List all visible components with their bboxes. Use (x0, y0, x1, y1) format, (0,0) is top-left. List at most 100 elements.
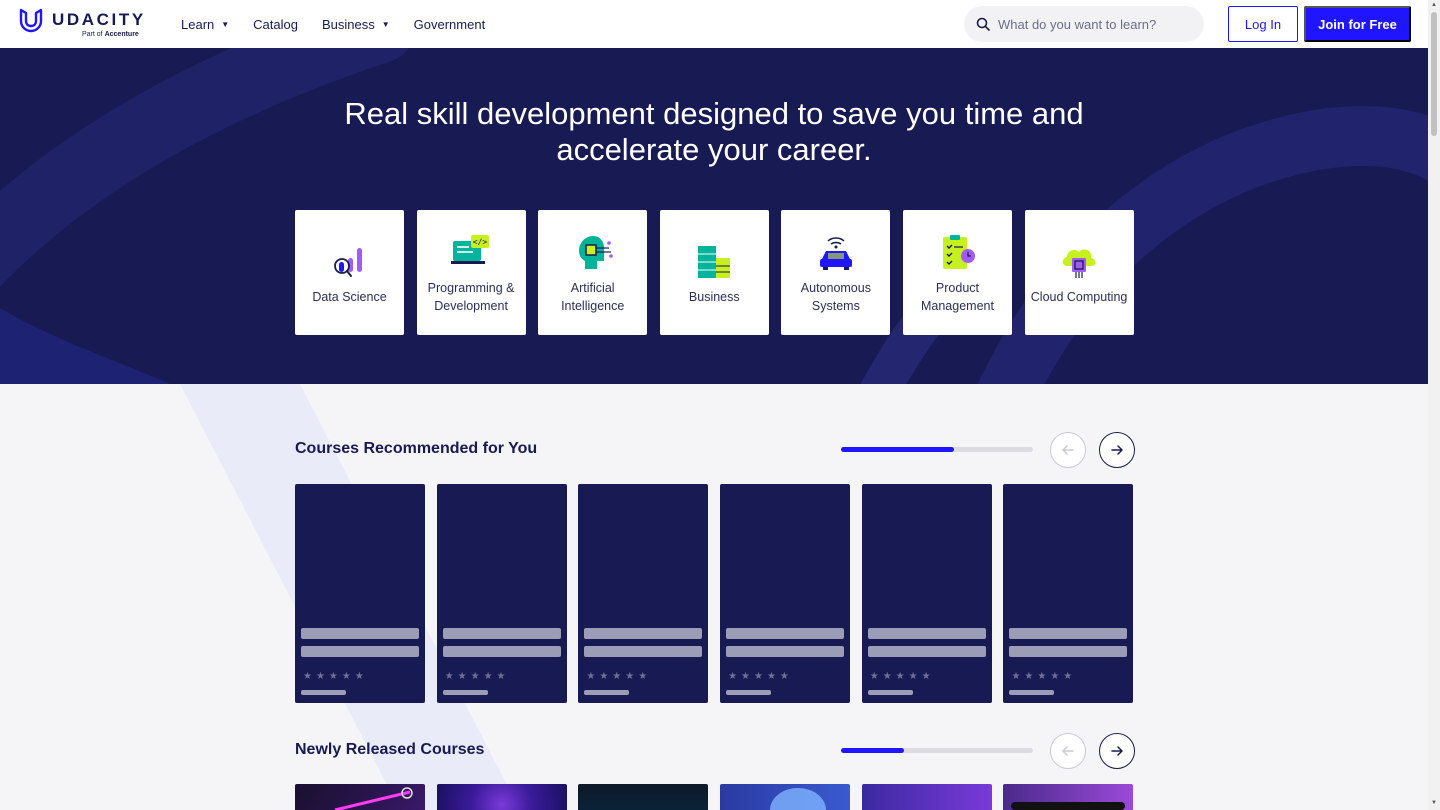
main-nav: Learn ▼ Catalog Business ▼ Government (181, 0, 509, 48)
carousel-progress-fill (841, 447, 955, 452)
udacity-logo-icon (19, 8, 43, 33)
rating-stars-placeholder: ★★★★★ (444, 671, 510, 682)
rating-stars-placeholder: ★★★★★ (728, 671, 793, 682)
scroll-down-icon[interactable]: ▼ (1431, 800, 1437, 806)
skeleton-line (1009, 628, 1128, 639)
category-label: Autonomous Systems (800, 280, 871, 313)
category-label: Programming & Development (427, 280, 515, 313)
hero-title: Real skill development designed to save … (344, 96, 1084, 167)
course-thumbnail[interactable] (295, 784, 425, 810)
udacity-logo[interactable]: UDACITY Part of Accenture (18, 7, 150, 41)
recommended-course-list: ★★★★★ ★★★★★ ★★★★★ ★★★★★ ★★★★★ ★★★★★ (295, 484, 1134, 703)
svg-text:</>: </> (473, 237, 488, 246)
rating-stars-placeholder: ★★★★★ (869, 671, 935, 682)
nav-learn[interactable]: Learn ▼ (181, 17, 229, 32)
search-icon (976, 17, 990, 31)
search-bar (964, 6, 1204, 42)
caret-down-icon: ▼ (381, 19, 390, 29)
nav-catalog-label: Catalog (253, 16, 298, 32)
category-ai[interactable]: Artificial Intelligence (538, 210, 648, 335)
new-course-list (295, 784, 1134, 810)
business-icon (698, 245, 731, 278)
category-data-science[interactable]: Data Science (295, 210, 404, 335)
data-science-icon (333, 247, 362, 277)
course-thumbnail-image (1011, 802, 1126, 810)
page-scrollbar[interactable]: ▲ ▼ (1428, 0, 1440, 810)
course-thumbnail[interactable] (436, 784, 567, 810)
skeleton-line (1009, 690, 1055, 695)
course-card-skeleton[interactable]: ★★★★★ (861, 484, 992, 703)
caret-down-icon: ▼ (221, 19, 230, 29)
nav-learn-label: Learn (181, 16, 215, 32)
course-thumbnail[interactable] (720, 784, 851, 810)
section-title-new: Newly Released Courses (295, 741, 485, 758)
skeleton-line (442, 690, 488, 695)
category-autonomous[interactable]: Autonomous Systems (781, 210, 891, 335)
login-button[interactable]: Log In (1228, 6, 1298, 42)
course-thumbnail[interactable] (578, 784, 709, 810)
skeleton-line (867, 690, 913, 695)
arrow-left-icon (1062, 746, 1074, 756)
autonomous-icon (819, 236, 852, 270)
course-card-skeleton[interactable]: ★★★★★ (720, 484, 851, 703)
product-management-icon (943, 234, 976, 269)
rating-stars-placeholder: ★★★★★ (1011, 671, 1077, 682)
category-label: Cloud Computing (1030, 289, 1128, 304)
nav-business[interactable]: Business ▼ (322, 17, 390, 32)
skeleton-line (1009, 646, 1128, 657)
category-product-management[interactable]: Product Management (902, 210, 1012, 335)
skeleton-line (584, 646, 703, 657)
skeleton-line (301, 628, 419, 639)
cloud-icon (1062, 249, 1096, 278)
category-label: Business (688, 289, 740, 304)
course-card-skeleton[interactable]: ★★★★★ (1003, 484, 1134, 703)
carousel-progress-fill (841, 748, 905, 753)
category-label: Artificial Intelligence (561, 280, 625, 313)
skeleton-line (867, 628, 986, 639)
carousel-progress-new (841, 748, 1033, 753)
course-thumbnail-image (770, 788, 827, 810)
category-business[interactable]: Business (659, 210, 769, 335)
course-card-skeleton[interactable]: ★★★★★ (436, 484, 567, 703)
skeleton-line (301, 690, 346, 695)
carousel-next-button[interactable] (1099, 733, 1135, 769)
nav-catalog[interactable]: Catalog (253, 17, 298, 32)
course-thumbnail[interactable] (861, 784, 992, 810)
carousel-prev-button[interactable] (1050, 432, 1086, 468)
search-input[interactable] (998, 16, 1188, 32)
arrow-left-icon (1062, 445, 1074, 455)
category-list: Data Science </> Programming & Developme… (295, 210, 1146, 335)
course-thumbnail-image (334, 787, 413, 810)
category-label: Product Management (920, 280, 994, 313)
skeleton-line (584, 690, 630, 695)
course-card-skeleton[interactable]: ★★★★★ (295, 484, 425, 703)
course-thumbnail[interactable] (1003, 784, 1134, 810)
logo-tagline: Part of Accenture (82, 31, 139, 38)
site-header: UDACITY Part of Accenture Learn ▼ Catalo… (0, 0, 1428, 48)
skeleton-line (726, 628, 845, 639)
carousel-prev-button[interactable] (1050, 733, 1086, 769)
logo-wordmark: UDACITY (52, 10, 146, 29)
carousel-next-button[interactable] (1099, 432, 1135, 468)
nav-government-label: Government (413, 16, 486, 32)
category-label: Data Science (312, 289, 387, 304)
nav-government[interactable]: Government (414, 17, 486, 32)
skeleton-line (867, 646, 986, 657)
scrollbar-thumb[interactable] (1431, 12, 1437, 136)
skeleton-line (301, 646, 419, 657)
rating-stars-placeholder: ★★★★★ (303, 671, 368, 682)
skeleton-line (442, 628, 561, 639)
carousel-progress-recommended (841, 447, 1033, 452)
programming-icon: </> (451, 234, 490, 264)
section-title-recommended: Courses Recommended for You (295, 440, 538, 457)
nav-business-label: Business (321, 16, 375, 32)
rating-stars-placeholder: ★★★★★ (586, 671, 652, 682)
skeleton-line (726, 690, 772, 695)
scroll-up-icon[interactable]: ▲ (1431, 2, 1437, 8)
join-button[interactable]: Join for Free (1304, 6, 1411, 42)
arrow-right-icon (1111, 746, 1123, 756)
category-programming[interactable]: </> Programming & Development (416, 210, 526, 335)
category-cloud[interactable]: Cloud Computing (1024, 210, 1134, 335)
ai-icon (578, 235, 613, 269)
course-card-skeleton[interactable]: ★★★★★ (578, 484, 709, 703)
